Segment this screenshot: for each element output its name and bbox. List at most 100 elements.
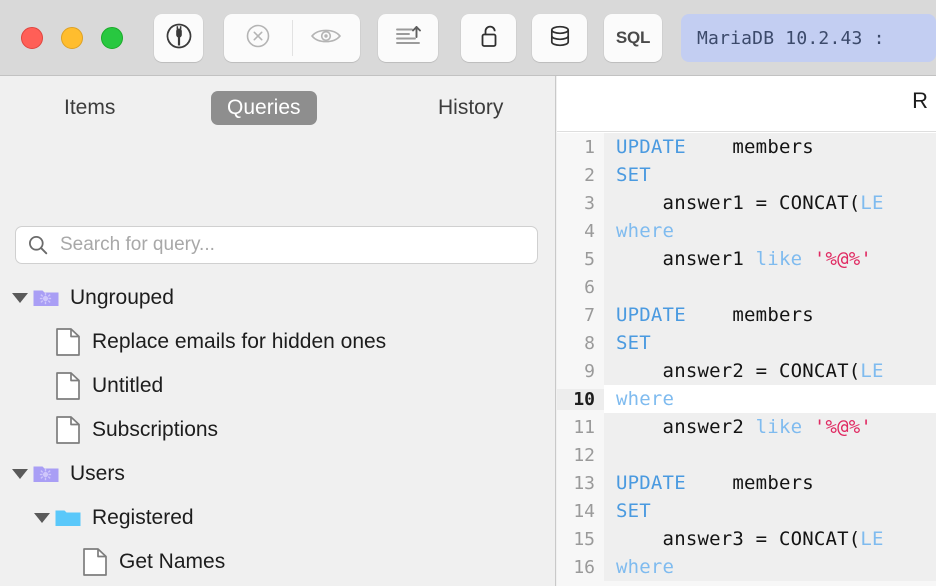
- code-line[interactable]: 10 where: [557, 385, 936, 413]
- zoom-button[interactable]: [101, 27, 123, 49]
- code-token: members: [732, 304, 814, 326]
- code-line[interactable]: 8 SET: [557, 329, 936, 357]
- code-line-text: UPDATE members: [604, 301, 936, 329]
- code-line[interactable]: 4 where: [557, 217, 936, 245]
- code-line-text: SET: [604, 497, 936, 525]
- code-token: '%@%': [813, 248, 873, 270]
- query-actions-group: [224, 14, 360, 62]
- disclosure-triangle-icon[interactable]: [31, 513, 53, 523]
- line-number: 16: [557, 556, 604, 578]
- plug-icon: [164, 21, 194, 56]
- folder-icon: [53, 506, 83, 530]
- tree-row[interactable]: Ungrouped: [0, 276, 555, 320]
- line-number: 1: [557, 136, 604, 158]
- disclosure-triangle-icon[interactable]: [9, 293, 31, 303]
- smart-folder-icon: [31, 286, 61, 310]
- code-token: answer2: [616, 416, 756, 438]
- code-token: SET: [616, 500, 651, 522]
- document-icon: [53, 415, 83, 445]
- tab-queries[interactable]: Queries: [211, 91, 317, 125]
- code-line[interactable]: 7 UPDATE members: [557, 301, 936, 329]
- code-line-text: where: [604, 385, 936, 413]
- triangle-down-icon: [12, 469, 28, 479]
- code-line[interactable]: 3 answer1 = CONCAT(LE: [557, 189, 936, 217]
- tree-row-label: Registered: [92, 506, 194, 529]
- minimize-button[interactable]: [61, 27, 83, 49]
- code-line[interactable]: 13 UPDATE members: [557, 469, 936, 497]
- code-token: SET: [616, 332, 651, 354]
- sql-text-icon: SQL: [615, 28, 651, 47]
- tree-row[interactable]: Replace emails for hidden ones: [0, 320, 555, 364]
- run-label: R: [912, 88, 928, 113]
- unlock-icon: [474, 21, 504, 56]
- tree-row[interactable]: Untitled: [0, 364, 555, 408]
- database-button[interactable]: [532, 14, 587, 62]
- code-token: LE: [860, 528, 884, 550]
- cancel-button[interactable]: [224, 14, 292, 62]
- code-line-text: where: [604, 217, 936, 245]
- line-number: 5: [557, 248, 604, 270]
- line-number: 13: [557, 472, 604, 494]
- code-line[interactable]: 9 answer2 = CONCAT(LE: [557, 357, 936, 385]
- triangle-down-icon: [34, 513, 50, 523]
- tree-row[interactable]: Subscriptions: [0, 408, 555, 452]
- sql-code-area[interactable]: 1 UPDATE members 2 SET 3 answer1 = CONCAT(LE…: [557, 133, 936, 586]
- code-line-text: [604, 273, 936, 301]
- sidebar: Items Queries History Search for query..…: [0, 76, 556, 586]
- tree-row[interactable]: Get Names: [0, 540, 555, 584]
- connection-label: MariaDB 10.2.43 :: [697, 27, 885, 49]
- code-token: where: [616, 388, 675, 410]
- tree-row-label: Get Names: [119, 550, 226, 573]
- code-line[interactable]: 2 SET: [557, 161, 936, 189]
- connect-button[interactable]: [154, 14, 203, 62]
- code-line-text: answer1 = CONCAT(LE: [604, 189, 936, 217]
- titlebar: SQL MariaDB 10.2.43 :: [0, 0, 936, 76]
- code-line-text: [604, 441, 936, 469]
- code-line-text: answer3 = CONCAT(LE: [604, 525, 936, 553]
- line-number: 4: [557, 220, 604, 242]
- code-token: answer3 = CONCAT(: [616, 528, 861, 550]
- eye-icon: [309, 21, 343, 56]
- tree-row[interactable]: Users: [0, 452, 555, 496]
- code-token: answer1: [616, 248, 756, 270]
- preview-button[interactable]: [293, 14, 361, 62]
- code-token: LE: [860, 192, 884, 214]
- close-button[interactable]: [21, 27, 43, 49]
- code-line-text: answer1 like '%@%': [604, 245, 936, 273]
- code-line[interactable]: 1 UPDATE members: [557, 133, 936, 161]
- code-token: UPDATE: [616, 304, 686, 326]
- tree-row-label: Subscriptions: [92, 418, 219, 441]
- code-token: answer2 = CONCAT(: [616, 360, 861, 382]
- line-number: 10: [557, 388, 604, 410]
- line-number: 2: [557, 164, 604, 186]
- format-query-button[interactable]: [378, 14, 438, 62]
- tab-history[interactable]: History: [422, 91, 519, 125]
- lines-up-arrow-icon: [391, 21, 425, 56]
- line-number: 11: [557, 416, 604, 438]
- line-number: 14: [557, 500, 604, 522]
- code-token: LE: [860, 360, 884, 382]
- smart-folder-icon: [31, 462, 61, 486]
- line-number: 3: [557, 192, 604, 214]
- code-line[interactable]: 16 where: [557, 553, 936, 581]
- code-line[interactable]: 15 answer3 = CONCAT(LE: [557, 525, 936, 553]
- lock-button[interactable]: [461, 14, 516, 62]
- code-line[interactable]: 11 answer2 like '%@%': [557, 413, 936, 441]
- code-line[interactable]: 12: [557, 441, 936, 469]
- code-line-text: answer2 like '%@%': [604, 413, 936, 441]
- sql-button[interactable]: SQL: [604, 14, 662, 62]
- sidebar-tab-bar: Items Queries History: [0, 88, 555, 128]
- search-icon: [27, 234, 49, 256]
- code-line[interactable]: 14 SET: [557, 497, 936, 525]
- search-query-field[interactable]: Search for query...: [15, 226, 538, 264]
- connection-status-chip[interactable]: MariaDB 10.2.43 :: [681, 14, 936, 62]
- document-icon: [80, 547, 110, 577]
- code-token: members: [732, 136, 814, 158]
- tab-items[interactable]: Items: [48, 91, 131, 125]
- disclosure-triangle-icon[interactable]: [9, 469, 31, 479]
- line-number: 15: [557, 528, 604, 550]
- code-line[interactable]: 6: [557, 273, 936, 301]
- code-line[interactable]: 5 answer1 like '%@%': [557, 245, 936, 273]
- tree-row[interactable]: Registered: [0, 496, 555, 540]
